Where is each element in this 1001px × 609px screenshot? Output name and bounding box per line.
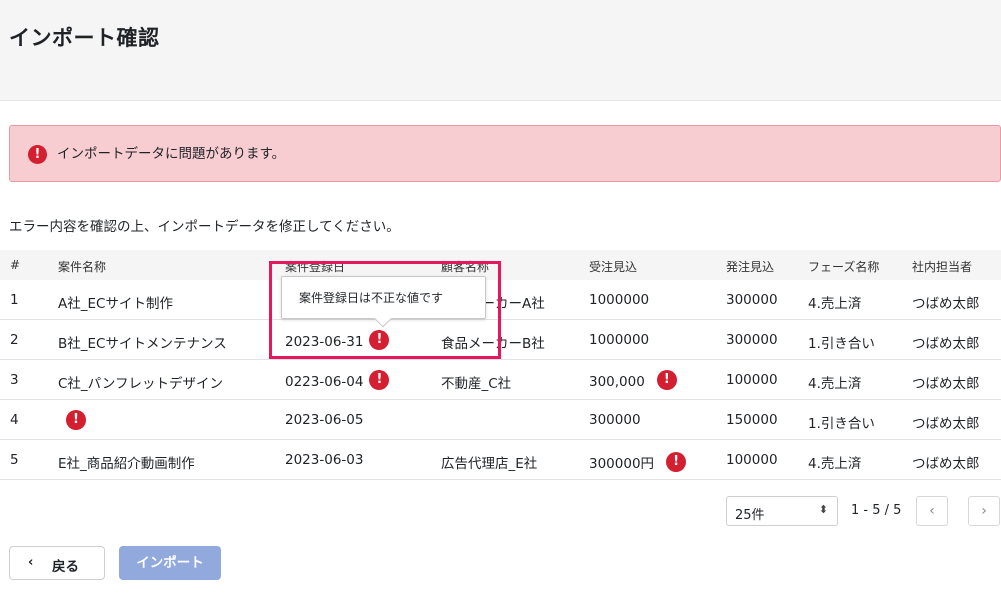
header-phase-name: フェーズ名称: [808, 260, 880, 274]
cell-expected-purchase: 300000: [726, 292, 778, 308]
exclamation-circle-icon: !: [28, 145, 47, 164]
header-project-name: 案件名称: [58, 260, 107, 274]
cell-expected-order: 300,000: [589, 374, 645, 390]
table-row: 5 E社_商品紹介動画制作 2023-06-03 広告代理店_E社 300000…: [0, 440, 1001, 480]
cell-index: 4: [10, 412, 19, 428]
import-button[interactable]: インポート: [119, 546, 221, 580]
cell-expected-purchase: 150000: [726, 412, 778, 428]
cell-phase-name: 1.引き合い: [808, 336, 875, 352]
cell-expected-order: 300000: [589, 412, 641, 428]
chevron-left-icon: ‹: [28, 555, 34, 570]
highlight-box: [269, 261, 501, 359]
instruction-text: エラー内容を確認の上、インポートデータを修正してください。: [9, 219, 400, 235]
prev-page-button[interactable]: ‹: [916, 496, 948, 526]
back-button[interactable]: ‹ 戻る: [9, 546, 105, 580]
cell-owner: つばめ太郎: [912, 416, 980, 432]
cell-registered-date-error: 0223-06-04!: [285, 370, 390, 392]
cell-phase-name: 4.売上済: [808, 456, 862, 472]
error-icon[interactable]: !: [66, 410, 86, 430]
cell-expected-order-error: 300000円!: [589, 452, 687, 474]
cell-owner: つばめ太郎: [912, 376, 980, 392]
cell-index: 3: [10, 372, 19, 388]
cell-owner: つばめ太郎: [912, 336, 980, 352]
page-header: インポート確認: [0, 0, 1001, 101]
cell-registered-date: 0223-06-04: [285, 374, 364, 390]
cell-phase-name: 4.売上済: [808, 296, 862, 312]
cell-owner: つばめ太郎: [912, 296, 980, 312]
pagination-range: 1 - 5 / 5: [851, 503, 902, 518]
error-icon[interactable]: !: [666, 452, 687, 472]
header-owner: 社内担当者: [912, 260, 973, 274]
error-alert: ! インポートデータに問題があります。: [9, 125, 1001, 182]
cell-project-name: B社_ECサイトメンテナンス: [58, 336, 227, 352]
cell-project-name: E社_商品紹介動画制作: [58, 456, 195, 472]
table-row: 4 ! 2023-06-05 300000 150000 1.引き合い つばめ太…: [0, 400, 1001, 440]
cell-project-name: C社_パンフレットデザイン: [58, 376, 223, 392]
cell-expected-purchase: 300000: [726, 332, 778, 348]
back-label: 戻る: [52, 559, 79, 575]
cell-registered-date: 2023-06-05: [285, 412, 364, 428]
cell-project-name: A社_ECサイト制作: [58, 296, 173, 312]
cell-expected-order-error: 300,000!: [589, 370, 677, 392]
cell-index: 1: [10, 292, 19, 308]
cell-project-name-error: !: [66, 410, 86, 432]
alert-message: インポートデータに問題があります。: [57, 146, 286, 162]
cell-phase-name: 1.引き合い: [808, 416, 875, 432]
cell-expected-order: 300000円: [589, 456, 655, 472]
header-index: #: [10, 258, 21, 272]
table-row: 3 C社_パンフレットデザイン 0223-06-04! 不動産_C社 300,0…: [0, 360, 1001, 400]
cell-customer-name: 不動産_C社: [441, 376, 512, 392]
next-page-button[interactable]: ›: [968, 496, 1000, 526]
per-page-select[interactable]: 25件 ⬍: [726, 496, 838, 526]
cell-owner: つばめ太郎: [912, 456, 980, 472]
cell-expected-order: 1000000: [589, 332, 650, 348]
error-icon[interactable]: !: [656, 370, 677, 390]
cell-expected-purchase: 100000: [726, 452, 778, 468]
cell-index: 5: [10, 452, 19, 468]
chevron-left-icon: ‹: [929, 503, 935, 519]
select-arrows-icon: ⬍: [818, 503, 828, 516]
chevron-right-icon: ›: [981, 503, 987, 519]
cell-expected-order: 1000000: [589, 292, 650, 308]
page-title: インポート確認: [9, 26, 160, 50]
per-page-value: 25件: [735, 508, 765, 523]
header-expected-order: 受注見込: [589, 260, 638, 274]
cell-customer-name: 広告代理店_E社: [441, 456, 538, 472]
header-expected-purchase: 発注見込: [726, 260, 775, 274]
cell-phase-name: 4.売上済: [808, 376, 862, 392]
error-icon[interactable]: !: [369, 370, 390, 390]
cell-registered-date: 2023-06-03: [285, 452, 364, 468]
cell-expected-purchase: 100000: [726, 372, 778, 388]
cell-index: 2: [10, 332, 19, 348]
